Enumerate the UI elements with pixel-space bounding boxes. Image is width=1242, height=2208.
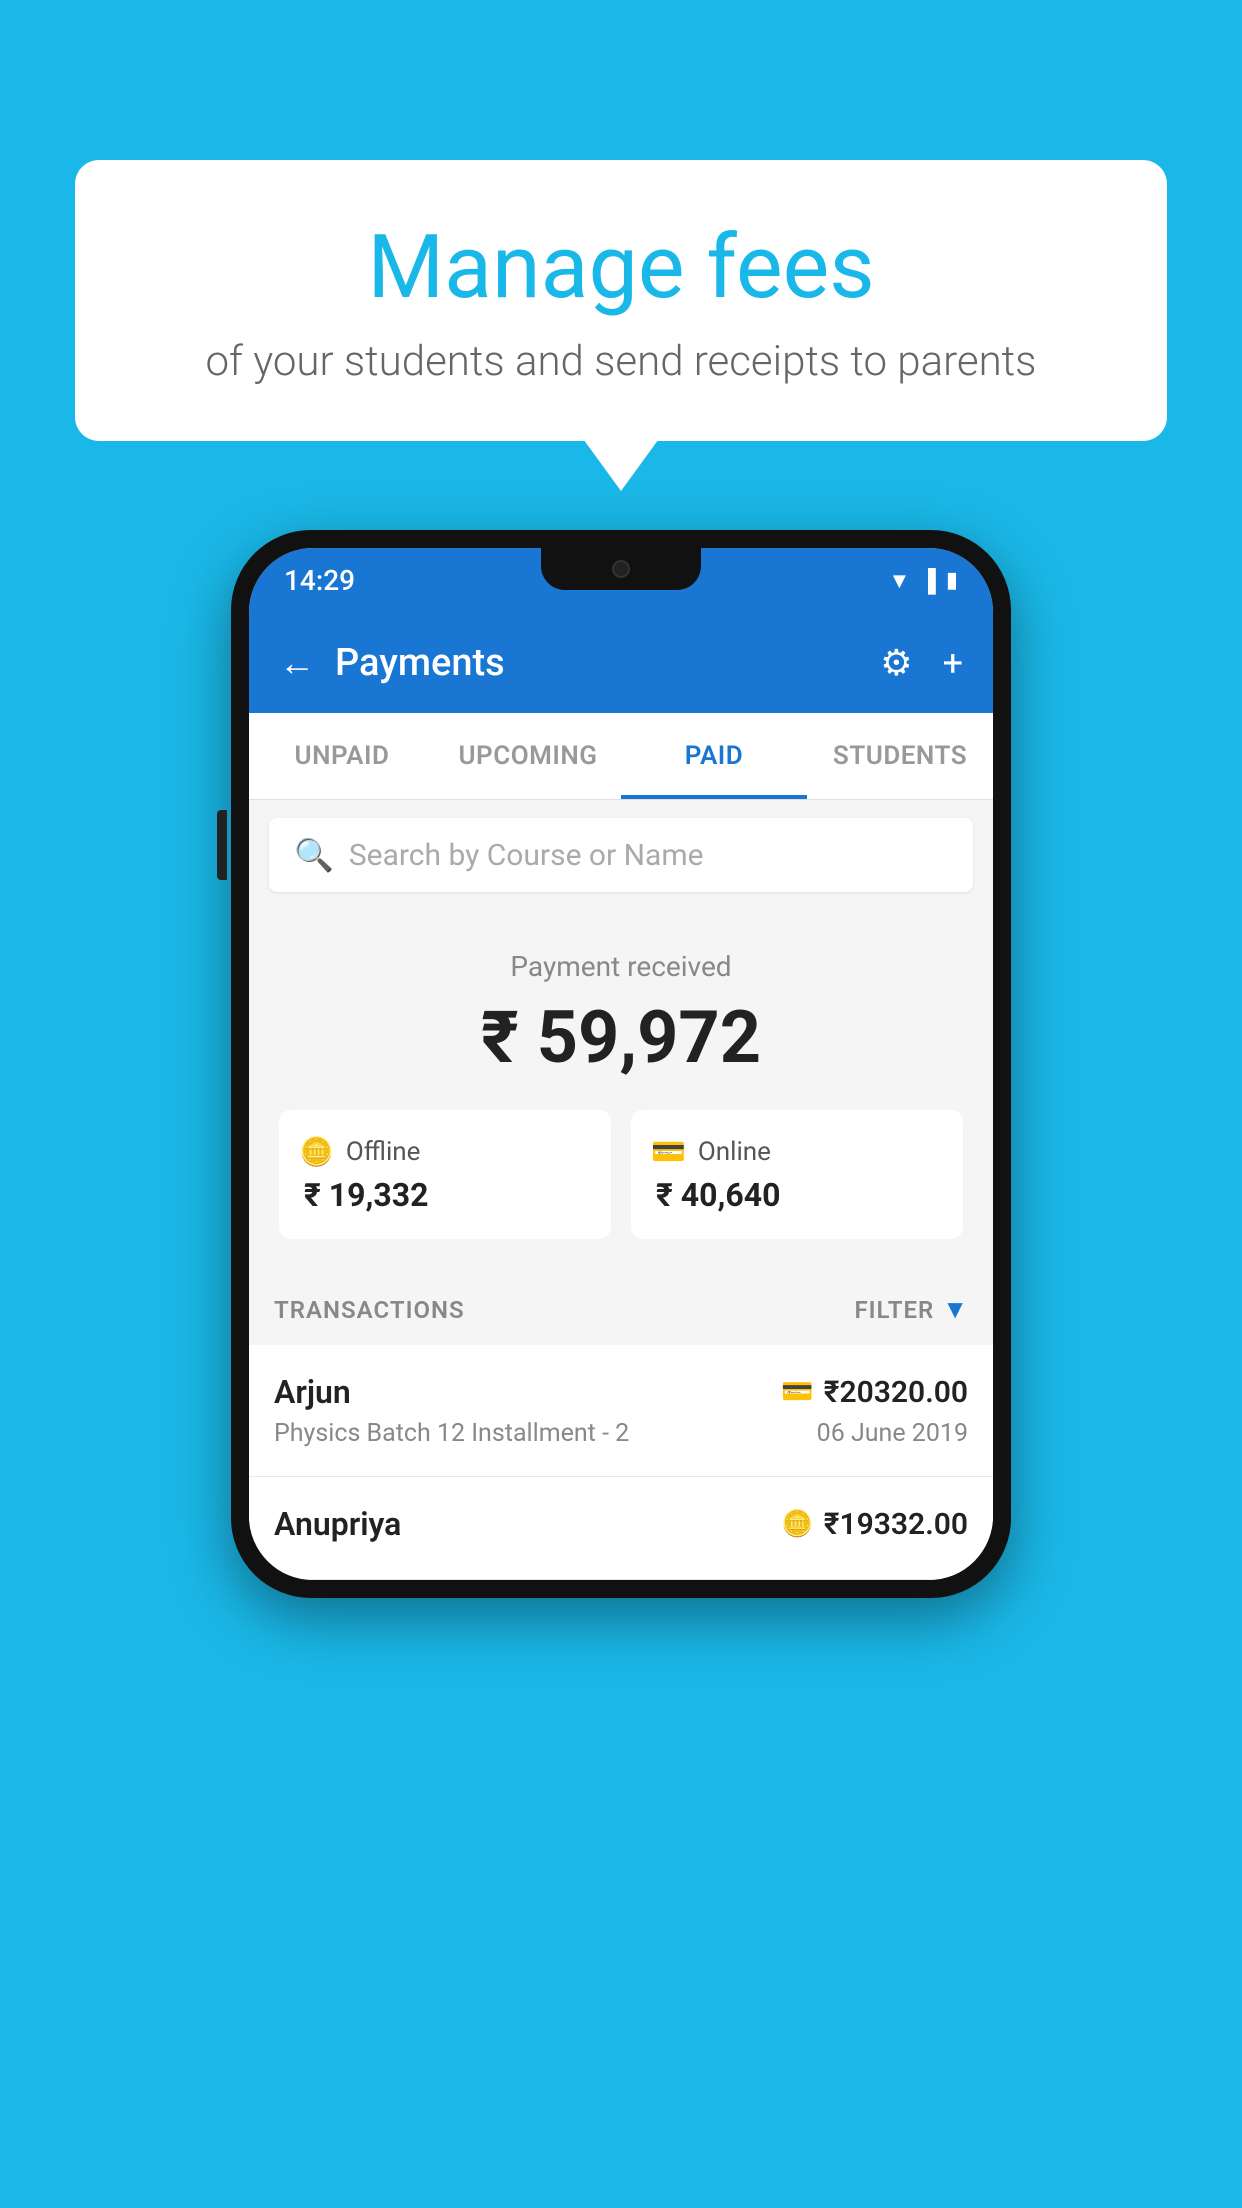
transaction-row[interactable]: Anupriya 🪙 ₹19332.00 <box>249 1477 993 1580</box>
signal-icon: ▐ <box>920 568 936 594</box>
transaction-name: Arjun <box>274 1373 351 1411</box>
online-amount: ₹ 40,640 <box>651 1176 943 1214</box>
tab-upcoming[interactable]: UPCOMING <box>435 713 621 799</box>
transactions-label: TRANSACTIONS <box>274 1296 465 1324</box>
back-button[interactable]: ← <box>279 642 315 684</box>
transaction-type-icon: 🪙 <box>781 1509 813 1539</box>
offline-icon: 🪙 <box>299 1135 334 1168</box>
phone-wrapper: 14:29 ▼ ▐ ▮ ← Payments ⚙ + UNPAID <box>231 530 1011 1598</box>
online-card: 💳 Online ₹ 40,640 <box>631 1110 963 1239</box>
wifi-icon: ▼ <box>889 568 911 594</box>
payment-cards: 🪙 Offline ₹ 19,332 💳 Online ₹ 40,640 <box>279 1110 963 1239</box>
offline-card-header: 🪙 Offline <box>299 1135 591 1168</box>
speech-bubble-container: Manage fees of your students and send re… <box>75 160 1167 441</box>
online-icon: 💳 <box>651 1135 686 1168</box>
status-time: 14:29 <box>284 564 355 597</box>
speech-bubble-headline: Manage fees <box>125 220 1117 317</box>
online-label: Online <box>698 1137 771 1167</box>
tab-unpaid[interactable]: UNPAID <box>249 713 435 799</box>
search-container: 🔍 Search by Course or Name <box>249 800 993 910</box>
offline-amount: ₹ 19,332 <box>299 1176 591 1214</box>
payment-summary: Payment received ₹ 59,972 🪙 Offline ₹ 19… <box>249 910 993 1269</box>
transaction-amount: ₹19332.00 <box>824 1507 968 1542</box>
status-icons: ▼ ▐ ▮ <box>889 568 958 594</box>
phone-screen: 14:29 ▼ ▐ ▮ ← Payments ⚙ + UNPAID <box>249 548 993 1580</box>
transaction-top: Anupriya 🪙 ₹19332.00 <box>274 1505 968 1543</box>
offline-label: Offline <box>346 1137 421 1167</box>
speech-bubble-subtext: of your students and send receipts to pa… <box>125 337 1117 386</box>
search-icon: 🔍 <box>294 836 334 874</box>
search-bar[interactable]: 🔍 Search by Course or Name <box>269 818 973 892</box>
payment-total-amount: ₹ 59,972 <box>279 995 963 1080</box>
payment-received-label: Payment received <box>279 950 963 983</box>
transaction-amount: ₹20320.00 <box>824 1375 968 1410</box>
tabs-container: UNPAID UPCOMING PAID STUDENTS <box>249 713 993 800</box>
app-bar-actions: ⚙ + <box>880 642 963 684</box>
phone-device: 14:29 ▼ ▐ ▮ ← Payments ⚙ + UNPAID <box>231 530 1011 1598</box>
transactions-header: TRANSACTIONS FILTER ▼ <box>249 1269 993 1345</box>
transaction-top: Arjun 💳 ₹20320.00 <box>274 1373 968 1411</box>
offline-card: 🪙 Offline ₹ 19,332 <box>279 1110 611 1239</box>
transaction-amount-container: 🪙 ₹19332.00 <box>781 1507 968 1542</box>
tab-students[interactable]: STUDENTS <box>807 713 993 799</box>
search-input[interactable]: Search by Course or Name <box>349 838 704 873</box>
transaction-amount-container: 💳 ₹20320.00 <box>781 1375 968 1410</box>
filter-button[interactable]: FILTER ▼ <box>854 1294 968 1325</box>
speech-bubble: Manage fees of your students and send re… <box>75 160 1167 441</box>
settings-icon[interactable]: ⚙ <box>880 642 912 684</box>
online-card-header: 💳 Online <box>651 1135 943 1168</box>
transaction-detail: Physics Batch 12 Installment - 2 <box>274 1419 629 1448</box>
transaction-date: 06 June 2019 <box>817 1419 968 1448</box>
battery-icon: ▮ <box>946 568 958 593</box>
app-bar-title: Payments <box>335 641 860 685</box>
phone-camera <box>612 560 630 578</box>
filter-icon: ▼ <box>942 1294 968 1325</box>
transaction-bottom: Physics Batch 12 Installment - 2 06 June… <box>274 1419 968 1448</box>
filter-label: FILTER <box>854 1296 934 1324</box>
app-bar: ← Payments ⚙ + <box>249 613 993 713</box>
transaction-type-icon: 💳 <box>781 1377 813 1407</box>
transaction-row[interactable]: Arjun 💳 ₹20320.00 Physics Batch 12 Insta… <box>249 1345 993 1477</box>
tab-paid[interactable]: PAID <box>621 713 807 799</box>
add-icon[interactable]: + <box>943 642 963 684</box>
phone-notch <box>541 548 701 590</box>
transaction-name: Anupriya <box>274 1505 401 1543</box>
